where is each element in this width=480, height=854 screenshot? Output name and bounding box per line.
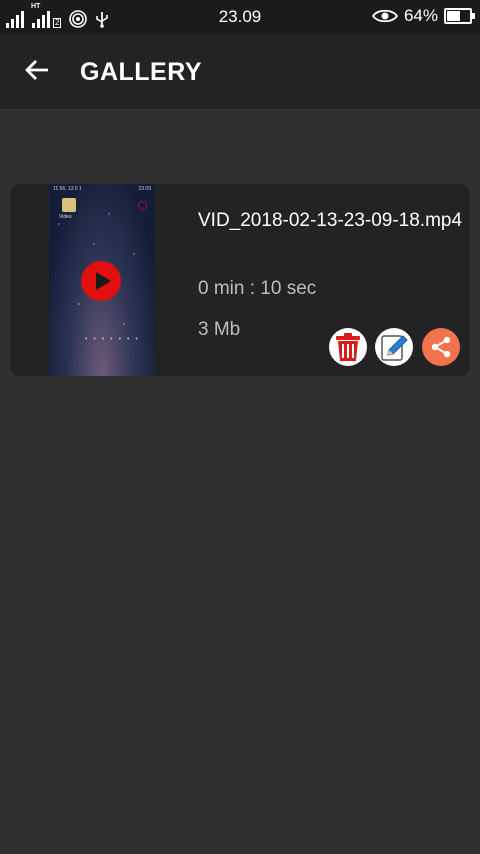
thumbnail-page-dots: • • • • • • • bbox=[85, 336, 140, 343]
thumbnail-status-bar: 11:56, 13 0 1 23.09 bbox=[53, 186, 151, 192]
thumbnail-app-label: Video bbox=[59, 214, 72, 220]
thumbnail-app-icon bbox=[62, 198, 76, 212]
battery-level-fill bbox=[447, 11, 460, 21]
video-size: 3 Mb bbox=[198, 319, 241, 340]
arrow-left-icon bbox=[25, 60, 48, 80]
thumbnail-record-icon bbox=[138, 201, 147, 210]
status-bar: HT 2 23.09 64% bbox=[0, 0, 480, 34]
delete-button[interactable] bbox=[329, 328, 367, 366]
pencil-icon bbox=[381, 335, 408, 361]
edit-button[interactable] bbox=[375, 328, 413, 366]
video-list-item[interactable]: 11:56, 13 0 1 23.09 Video • • • • • • • … bbox=[10, 184, 470, 376]
app-bar: GALLERY bbox=[0, 34, 480, 109]
thumbnail-status-time: 23.09 bbox=[138, 186, 151, 192]
page-title: GALLERY bbox=[80, 58, 203, 86]
video-file-name: VID_2018-02-13-23-09-18.mp4 bbox=[198, 210, 463, 231]
battery-icon bbox=[444, 8, 475, 24]
eye-comfort-icon bbox=[371, 9, 398, 23]
video-thumbnail[interactable]: 11:56, 13 0 1 23.09 Video • • • • • • • bbox=[49, 184, 155, 376]
share-button[interactable] bbox=[422, 328, 460, 366]
status-icons-right: 64% bbox=[371, 6, 475, 26]
battery-percent: 64% bbox=[403, 6, 438, 25]
share-icon bbox=[431, 336, 451, 358]
play-button[interactable] bbox=[81, 261, 121, 301]
back-button[interactable] bbox=[22, 56, 54, 88]
video-duration: 0 min : 10 sec bbox=[198, 278, 317, 299]
thumbnail-status-left: 11:56, 13 0 1 bbox=[53, 186, 82, 192]
trash-icon bbox=[336, 333, 360, 361]
